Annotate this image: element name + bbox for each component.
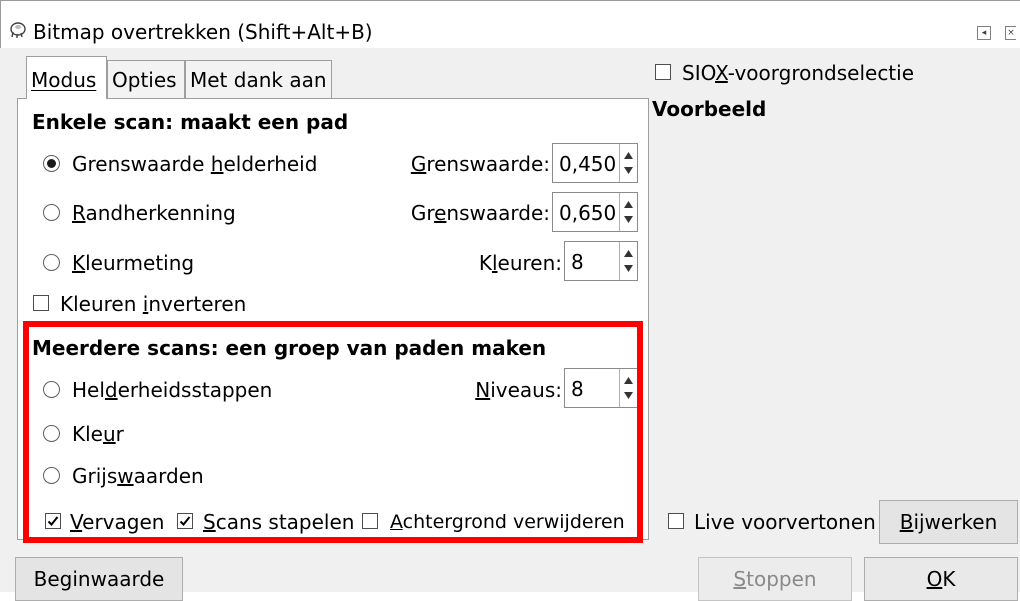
field-label: Niveaus: [475,378,562,402]
field-label: Kleuren: [478,251,562,275]
option-label[interactable]: Randherkenning [72,201,236,225]
edge-threshold-spinner[interactable]: 0,650 [552,192,638,232]
tab-label: Met dank aan [190,68,327,92]
smooth-label[interactable]: Vervagen [70,510,164,534]
trace-bitmap-dialog: Bitmap overtrekken (Shift+Alt+B) ◂ × Mod… [0,0,1020,601]
tab-label: Modus [31,68,97,92]
spinner-value[interactable]: 8 [571,250,584,274]
checkmark-icon [47,516,59,526]
siox-checkbox[interactable] [655,64,671,80]
spinner-value[interactable]: 0,650 [559,201,616,225]
radio-color-quantization[interactable] [43,254,60,271]
multi-scan-heading: Meerdere scans: een groep van paden make… [32,336,547,360]
smooth-checkbox[interactable] [45,513,61,529]
field-label: Grenswaarde: [410,201,550,225]
live-preview-checkbox[interactable] [668,513,684,529]
window-close-icon[interactable]: × [1005,26,1016,40]
levels-spinner[interactable]: 8 [564,368,638,408]
option-label[interactable]: Grenswaarde helderheid [72,152,317,176]
spinner-arrows-icon[interactable] [619,144,637,182]
tab-label: Opties [112,68,177,92]
option-label[interactable]: Kleur [72,422,124,446]
remove-background-checkbox[interactable] [362,513,378,529]
stack-scans-label[interactable]: Scans stapelen [203,510,354,534]
ok-button[interactable]: OK [864,557,1018,601]
spinner-arrows-icon[interactable] [619,242,637,280]
stop-button[interactable]: Stoppen [698,557,852,601]
preview-heading: Voorbeeld [652,97,767,121]
inkscape-icon [10,22,26,38]
colors-spinner[interactable]: 8 [564,241,638,281]
radio-brightness-steps[interactable] [43,381,60,398]
spinner-arrows-icon[interactable] [619,369,637,407]
remove-background-label[interactable]: Achtergrond verwijderen [390,510,625,534]
checkmark-icon [179,516,191,526]
title-bar: Bitmap overtrekken (Shift+Alt+B) ◂ × [0,0,1020,48]
field-label: Grenswaarde: [410,152,550,176]
single-scan-heading: Enkele scan: maakt een pad [32,110,349,134]
stack-scans-checkbox[interactable] [177,513,193,529]
option-label[interactable]: Grijswaarden [72,464,204,488]
invert-colors-label[interactable]: Kleuren inverteren [60,292,246,316]
spinner-arrows-icon[interactable] [619,193,637,231]
invert-colors-checkbox[interactable] [33,295,49,311]
window-title: Bitmap overtrekken (Shift+Alt+B) [33,20,373,44]
radio-color[interactable] [43,425,60,442]
radio-grayscale[interactable] [43,467,60,484]
spinner-value[interactable]: 8 [571,377,584,401]
radio-edge-detection[interactable] [43,204,60,221]
tab-opties[interactable]: Opties [107,60,185,98]
reset-button[interactable]: Beginwaarde [15,557,183,601]
live-preview-label[interactable]: Live voorvertonen [694,510,876,534]
tab-met-dank-aan[interactable]: Met dank aan [185,60,332,98]
update-button[interactable]: Bijwerken [879,500,1018,544]
brightness-threshold-spinner[interactable]: 0,450 [552,143,638,183]
siox-label[interactable]: SIOX-voorgrondselectie [682,61,914,85]
tab-modus[interactable]: Modus [26,56,107,99]
radio-brightness-threshold[interactable] [43,155,60,172]
window-restore-icon[interactable]: ◂ [977,26,991,40]
option-label[interactable]: Helderheidsstappen [72,378,272,402]
option-label[interactable]: Kleurmeting [72,251,194,275]
spinner-value[interactable]: 0,450 [559,152,616,176]
